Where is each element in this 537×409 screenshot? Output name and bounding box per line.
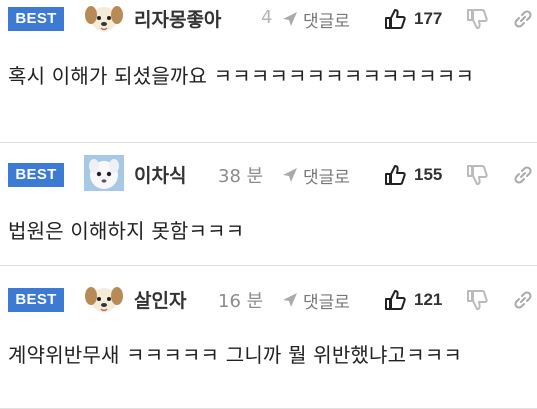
like-count: 177 [414,9,443,28]
thumbs-down-icon[interactable] [466,289,488,311]
link-icon[interactable] [513,165,533,185]
comment-text: 계약위반무새 ㅋㅋㅋㅋㅋ 그니까 뭘 위반했냐고ㅋㅋㅋ [8,343,463,367]
reply-arrow-icon[interactable] [281,10,299,28]
best-badge: BEST [8,7,64,31]
puppy-avatar-icon[interactable] [84,0,124,36]
link-icon[interactable] [513,290,533,310]
thumbs-up-icon[interactable] [384,289,406,311]
reply-link[interactable]: 댓글로 [303,163,350,188]
best-badge: BEST [8,163,64,187]
best-badge: BEST [8,288,64,312]
comment-meta: BEST 리자몽좋아 4 댓글로 177 [0,0,537,38]
best-comment: BEST 이차식 38 분 댓글로 155 법원은 이해하지 못함ㅋㅋㅋ [0,143,537,266]
reply-link[interactable]: 댓글로 [303,7,350,32]
reply-arrow-icon[interactable] [281,291,299,309]
thumbs-down-icon[interactable] [466,164,488,186]
best-comment: BEST 리자몽좋아 4 댓글로 177 혹시 이해가 되셨을까요 ㅋㅋㅋㅋㅋㅋ… [0,0,537,143]
author-name[interactable]: 살인자 [134,286,186,313]
comment-time: 4 [261,7,273,28]
thumbs-up-icon[interactable] [384,8,406,30]
author-name[interactable]: 이차식 [134,161,186,188]
comment-text: 법원은 이해하지 못함ㅋㅋㅋ [8,219,245,243]
author-name[interactable]: 리자몽좋아 [134,5,221,32]
comment-time: 16 분 [218,291,264,312]
thumbs-down-icon[interactable] [466,8,488,30]
best-comment: BEST 살인자 16 분 댓글로 121 계약위반무새 ㅋㅋㅋㅋㅋ 그니까 뭘… [0,266,537,409]
comment-meta: BEST 살인자 16 분 댓글로 121 [0,281,537,319]
white-creature-avatar-icon[interactable] [84,155,124,191]
comment-text: 혹시 이해가 되셨을까요 ㅋㅋㅋㅋㅋㅋㅋㅋㅋㅋㅋㅋㅋㅋ [8,64,475,88]
reply-arrow-icon[interactable] [281,166,299,184]
comment-meta: BEST 이차식 38 분 댓글로 155 [0,155,537,193]
like-count: 155 [414,165,443,184]
comment-time: 38 분 [218,166,264,187]
thumbs-up-icon[interactable] [384,164,406,186]
reply-link[interactable]: 댓글로 [303,288,350,313]
puppy-avatar-icon[interactable] [84,281,124,317]
link-icon[interactable] [513,9,533,29]
like-count: 121 [414,290,443,309]
